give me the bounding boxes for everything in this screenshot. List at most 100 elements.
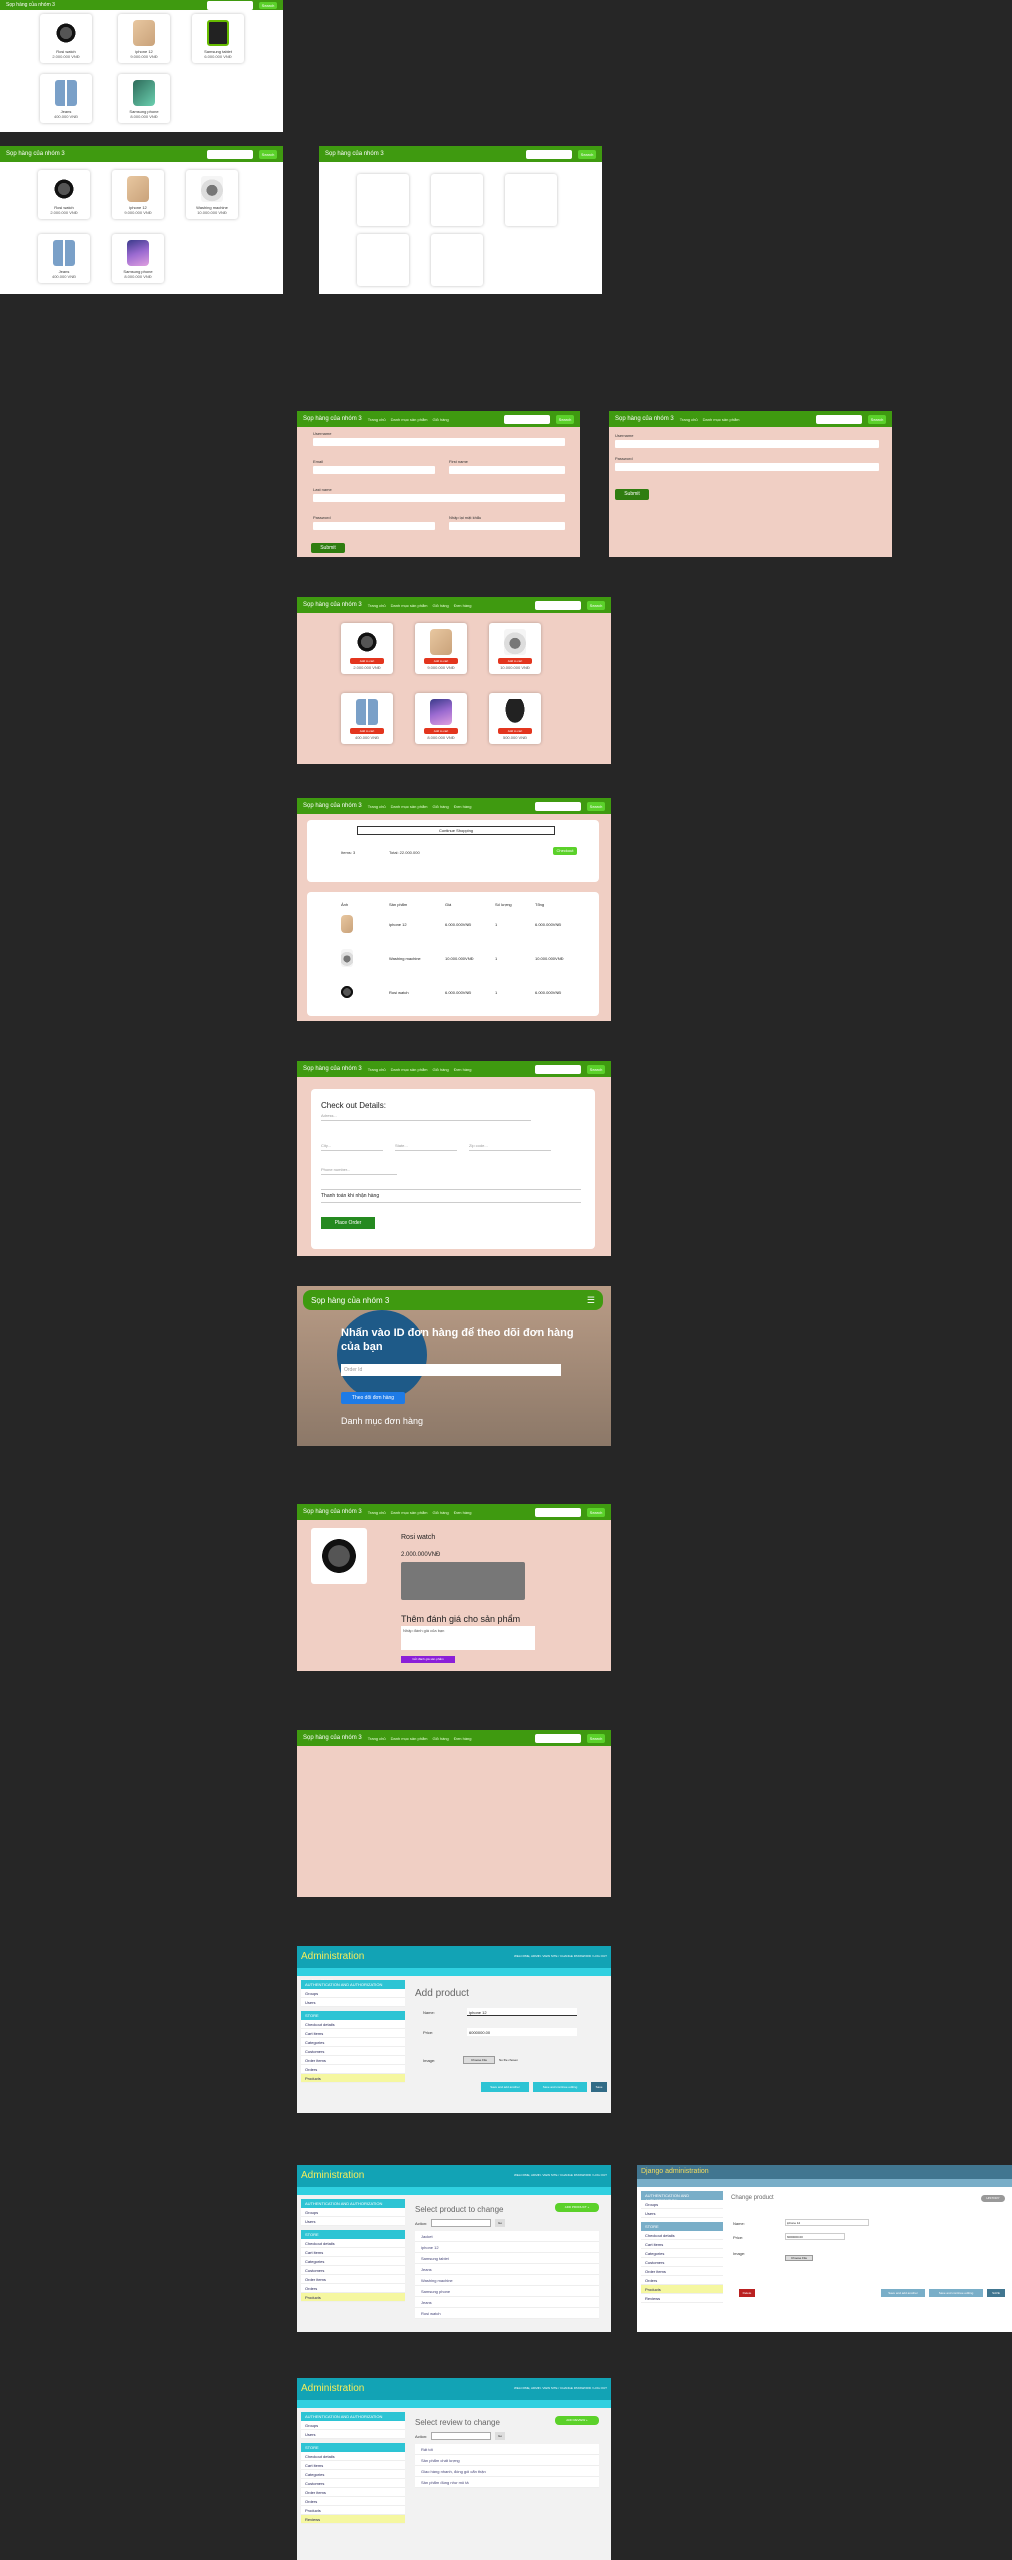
nav-link[interactable]: Trang chủ xyxy=(368,603,386,608)
list-item[interactable]: Sản phẩm chất lượng xyxy=(415,2455,599,2466)
add-cart-button[interactable]: Add to cart xyxy=(424,728,458,734)
nav-link[interactable]: Trang chủ xyxy=(368,417,386,422)
sidebar-item[interactable]: Order items xyxy=(301,2488,405,2497)
submit-button[interactable]: Submit xyxy=(615,489,649,500)
search-input[interactable] xyxy=(535,1507,581,1517)
sidebar-item[interactable]: Groups xyxy=(301,1989,405,1998)
confirm-password-field[interactable] xyxy=(449,522,565,530)
list-item[interactable]: Samsung tablet xyxy=(415,2253,599,2264)
order-id-input[interactable]: Order Id xyxy=(341,1364,561,1376)
search-button[interactable]: Search xyxy=(578,149,596,159)
add-cart-button[interactable]: Add to cart xyxy=(498,658,532,664)
sidebar-item[interactable]: Cart items xyxy=(301,2029,405,2038)
state-field[interactable]: State... xyxy=(395,1143,457,1151)
last-name-field[interactable] xyxy=(313,494,565,502)
history-button[interactable]: HISTORY xyxy=(981,2195,1005,2202)
nav-link[interactable]: Danh mục sản phẩm xyxy=(391,417,428,422)
search-input[interactable] xyxy=(535,1733,581,1743)
nav-link[interactable]: Danh mục sản phẩm xyxy=(391,1067,428,1072)
search-button[interactable]: Search xyxy=(259,149,277,159)
nav-link[interactable]: Giỏ hàng xyxy=(433,417,449,422)
sidebar-item[interactable]: Customers xyxy=(301,2266,405,2275)
sidebar-item[interactable]: Reviews xyxy=(641,2294,723,2303)
continue-shopping-button[interactable]: Continue Shopping xyxy=(357,826,555,835)
payment-method[interactable]: Thanh toán khi nhận hàng xyxy=(321,1189,581,1203)
nav-link[interactable]: Giỏ hàng xyxy=(433,804,449,809)
first-name-field[interactable] xyxy=(449,466,565,474)
address-field[interactable]: Adress... xyxy=(321,1113,531,1121)
nav-link[interactable]: Giỏ hàng xyxy=(433,1736,449,1741)
sidebar-item[interactable]: Groups xyxy=(301,2208,405,2217)
save-button[interactable]: SAVE xyxy=(987,2289,1005,2297)
search-button[interactable]: Search xyxy=(556,414,574,424)
sidebar-item-products[interactable]: Products xyxy=(301,2074,405,2083)
quantity-stepper[interactable]: 1 xyxy=(495,956,535,961)
search-input[interactable] xyxy=(207,149,253,159)
submit-button[interactable]: Submit xyxy=(311,543,345,553)
nav-link[interactable]: Danh mục sản phẩm xyxy=(391,804,428,809)
sidebar-item[interactable]: Cart items xyxy=(641,2240,723,2249)
admin-user-links[interactable]: WELCOME, ADMIN. VIEW SITE / CHANGE PASSW… xyxy=(514,2173,607,2177)
choose-file-button[interactable]: Choose File xyxy=(785,2255,813,2261)
nav-link[interactable]: Đơn hàng xyxy=(454,804,472,809)
product-card[interactable]: Rosi watch 2.000.000 VNĐ xyxy=(38,170,90,219)
list-item[interactable]: Rosi watch xyxy=(415,2308,599,2319)
sidebar-item[interactable]: Categories xyxy=(301,2470,405,2479)
sidebar-item[interactable]: Checkout details xyxy=(301,2020,405,2029)
brand[interactable]: Sọp hàng của nhóm 3 xyxy=(303,602,362,608)
nav-link[interactable]: Trang chủ xyxy=(680,417,698,422)
submit-review-button[interactable]: Gửi đánh giá sản phẩm xyxy=(401,1656,455,1663)
sidebar-item[interactable]: Customers xyxy=(301,2047,405,2056)
save-add-another-button[interactable]: Save and add another xyxy=(481,2082,529,2092)
save-button[interactable]: Save xyxy=(591,2082,607,2092)
sidebar-item[interactable]: Categories xyxy=(301,2257,405,2266)
brand[interactable]: Sọp hàng của nhóm 3 xyxy=(311,1296,389,1305)
sidebar-item[interactable]: Users xyxy=(301,2217,405,2226)
product-card[interactable]: Add to cart 10.000.000 VNĐ xyxy=(489,623,541,674)
list-item[interactable]: Samsung phone xyxy=(415,2286,599,2297)
sidebar-item[interactable]: Cart items xyxy=(301,2461,405,2470)
save-add-another-button[interactable]: Save and add another xyxy=(881,2289,925,2297)
sidebar-item[interactable]: Orders xyxy=(301,2284,405,2293)
add-cart-button[interactable]: Add to cart xyxy=(350,728,384,734)
product-card[interactable]: Add to cart 8.000.000 VNĐ xyxy=(415,693,467,744)
nav-link[interactable]: Danh mục sản phẩm xyxy=(391,603,428,608)
product-card[interactable]: Add to cart 2.000.000 VNĐ xyxy=(341,623,393,674)
sidebar-item-reviews[interactable]: Reviews xyxy=(301,2515,405,2524)
go-button[interactable]: Go xyxy=(495,2432,505,2440)
save-continue-button[interactable]: Save and continue editing xyxy=(533,2082,587,2092)
password-field[interactable] xyxy=(313,522,435,530)
sidebar-item[interactable]: Order items xyxy=(301,2275,405,2284)
add-product-button[interactable]: ADD PRODUCT + xyxy=(555,2203,599,2212)
search-input[interactable] xyxy=(535,801,581,811)
admin-user-links[interactable]: WELCOME, ADMIN. VIEW SITE / CHANGE PASSW… xyxy=(514,1954,607,1958)
add-cart-button[interactable]: Add to cart xyxy=(350,658,384,664)
product-card[interactable]: Washing machine 10.000.000 VNĐ xyxy=(186,170,238,219)
django-title[interactable]: Django administration xyxy=(641,2168,709,2175)
brand[interactable]: Sọp hàng của nhóm 3 xyxy=(6,151,65,157)
product-card[interactable]: Rosi watch 2.000.000 VNĐ xyxy=(40,14,92,63)
city-field[interactable]: City... xyxy=(321,1143,383,1151)
brand[interactable]: Sọp hàng của nhóm 3 xyxy=(303,1066,362,1072)
sidebar-item[interactable]: Orders xyxy=(301,2497,405,2506)
sidebar-item[interactable]: Users xyxy=(301,1998,405,2007)
nav-link[interactable]: Đơn hàng xyxy=(454,1067,472,1072)
nav-link[interactable]: Giỏ hàng xyxy=(433,1510,449,1515)
nav-link[interactable]: Giỏ hàng xyxy=(433,1067,449,1072)
brand[interactable]: Sọp hàng của nhóm 3 xyxy=(325,151,384,157)
search-button[interactable]: Search xyxy=(587,600,605,610)
name-field[interactable]: iphone 12 xyxy=(785,2219,869,2226)
sidebar-item[interactable]: Customers xyxy=(301,2479,405,2488)
sidebar-item[interactable]: Categories xyxy=(301,2038,405,2047)
sidebar-item[interactable]: Products xyxy=(301,2506,405,2515)
sidebar-item[interactable]: Orders xyxy=(301,2065,405,2074)
product-card[interactable]: Samsung tablet 6.000.000 VNĐ xyxy=(192,14,244,63)
sidebar-item[interactable]: Checkout details xyxy=(641,2231,723,2240)
place-order-button[interactable]: Place Order xyxy=(321,1217,375,1229)
price-field[interactable]: 6000000.00 xyxy=(785,2233,845,2240)
choose-file-button[interactable]: Choose File xyxy=(463,2056,495,2064)
list-item[interactable]: Jeans xyxy=(415,2264,599,2275)
nav-link[interactable]: Đơn hàng xyxy=(454,1510,472,1515)
zip-field[interactable]: Zip code... xyxy=(469,1143,551,1151)
product-card[interactable]: Add to cart 400.000 VNĐ xyxy=(341,693,393,744)
